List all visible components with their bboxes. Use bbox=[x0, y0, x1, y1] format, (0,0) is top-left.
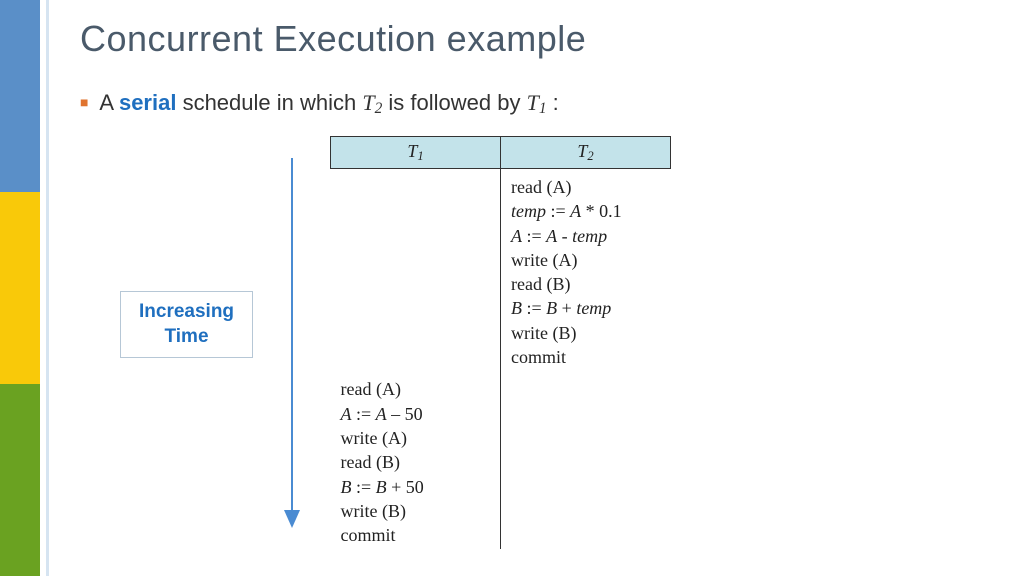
bullet-line: ■ A serial schedule in which T2 is follo… bbox=[80, 90, 994, 118]
bullet-T2: T2 bbox=[362, 90, 382, 115]
op: commit bbox=[341, 523, 491, 547]
op: read (B) bbox=[511, 272, 661, 296]
op: read (A) bbox=[341, 377, 491, 401]
op: write (A) bbox=[511, 248, 661, 272]
op: B := B + temp bbox=[511, 296, 661, 320]
bullet-prefix: A bbox=[99, 90, 119, 115]
bullet-mid2: is followed by bbox=[382, 90, 526, 115]
cell-T2-ops: read (A) temp := A * 0.1 A := A - temp w… bbox=[501, 169, 671, 372]
table-row: read (A) A := A – 50 write (A) read (B) … bbox=[331, 371, 671, 549]
slide-title: Concurrent Execution example bbox=[80, 18, 994, 60]
band-green bbox=[0, 384, 40, 576]
table-header-row: T1 T2 bbox=[331, 137, 671, 169]
op: write (B) bbox=[341, 499, 491, 523]
cell-T2-empty bbox=[501, 371, 671, 549]
op: read (A) bbox=[511, 175, 661, 199]
increasing-time-box: Increasing Time bbox=[120, 291, 253, 358]
bullet-marker: ■ bbox=[80, 94, 88, 110]
cell-T1-ops: read (A) A := A – 50 write (A) read (B) … bbox=[331, 371, 501, 549]
schedule-table-wrap: T1 T2 read (A) temp := A * 0.1 A := A - … bbox=[330, 136, 671, 549]
op: commit bbox=[511, 345, 661, 369]
op: A := A - temp bbox=[511, 224, 661, 248]
band-yellow bbox=[0, 192, 40, 384]
bullet-tail: : bbox=[547, 90, 559, 115]
op: read (B) bbox=[341, 450, 491, 474]
op: A := A – 50 bbox=[341, 402, 491, 426]
bullet-keyword: serial bbox=[119, 90, 177, 115]
sidebar-bands bbox=[0, 0, 40, 576]
thin-vertical-line bbox=[46, 0, 49, 576]
table-row: read (A) temp := A * 0.1 A := A - temp w… bbox=[331, 169, 671, 372]
op: write (A) bbox=[341, 426, 491, 450]
slide-content: Concurrent Execution example ■ A serial … bbox=[80, 18, 994, 556]
band-blue bbox=[0, 0, 40, 192]
op: temp := A * 0.1 bbox=[511, 199, 661, 223]
bullet-T1: T1 bbox=[527, 90, 547, 115]
col-header-T2: T2 bbox=[501, 137, 671, 169]
op: write (B) bbox=[511, 321, 661, 345]
col-header-T1: T1 bbox=[331, 137, 501, 169]
stage: Increasing Time T1 T2 read (A) temp := A… bbox=[80, 136, 994, 556]
incbox-line1: Increasing bbox=[139, 300, 234, 325]
incbox-line2: Time bbox=[139, 325, 234, 350]
cell-T1-empty bbox=[331, 169, 501, 372]
time-arrow-icon bbox=[280, 158, 304, 528]
schedule-table: T1 T2 read (A) temp := A * 0.1 A := A - … bbox=[330, 136, 671, 549]
bullet-mid: schedule in which bbox=[176, 90, 362, 115]
op: B := B + 50 bbox=[341, 475, 491, 499]
